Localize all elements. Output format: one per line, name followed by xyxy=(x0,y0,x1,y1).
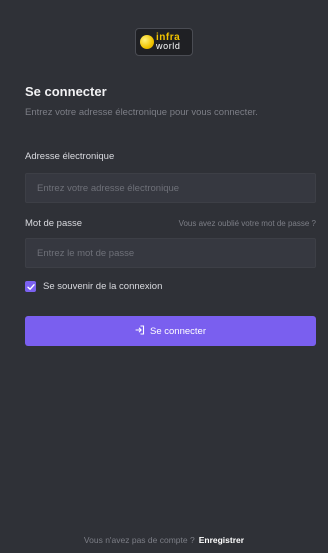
logo-globe-icon xyxy=(140,35,154,49)
login-button[interactable]: Se connecter xyxy=(25,316,316,346)
register-footer: Vous n'avez pas de compte ? Enregistrer xyxy=(0,535,328,545)
page-title: Se connecter xyxy=(25,84,107,99)
email-field[interactable] xyxy=(25,173,316,203)
logo-container: infra world xyxy=(0,28,328,56)
infraworld-logo: infra world xyxy=(135,28,193,56)
login-page: infra world Se connecter Entrez votre ad… xyxy=(0,0,328,553)
logo-text-bottom: world xyxy=(156,41,181,51)
remember-me-label: Se souvenir de la connexion xyxy=(43,281,163,292)
register-prompt: Vous n'avez pas de compte ? xyxy=(83,535,195,545)
checkbox-checked-icon[interactable] xyxy=(25,281,36,292)
password-label: Mot de passe xyxy=(25,218,83,229)
page-subtitle: Entrez votre adresse électronique pour v… xyxy=(25,107,258,118)
login-icon xyxy=(135,324,145,338)
login-button-label: Se connecter xyxy=(150,325,206,337)
password-field[interactable] xyxy=(25,238,316,268)
email-label: Adresse électronique xyxy=(25,151,115,162)
forgot-password-link[interactable]: Vous avez oublié votre mot de passe ? xyxy=(179,219,316,228)
register-link[interactable]: Enregistrer xyxy=(199,535,244,545)
remember-me-checkbox[interactable]: Se souvenir de la connexion xyxy=(25,281,162,292)
